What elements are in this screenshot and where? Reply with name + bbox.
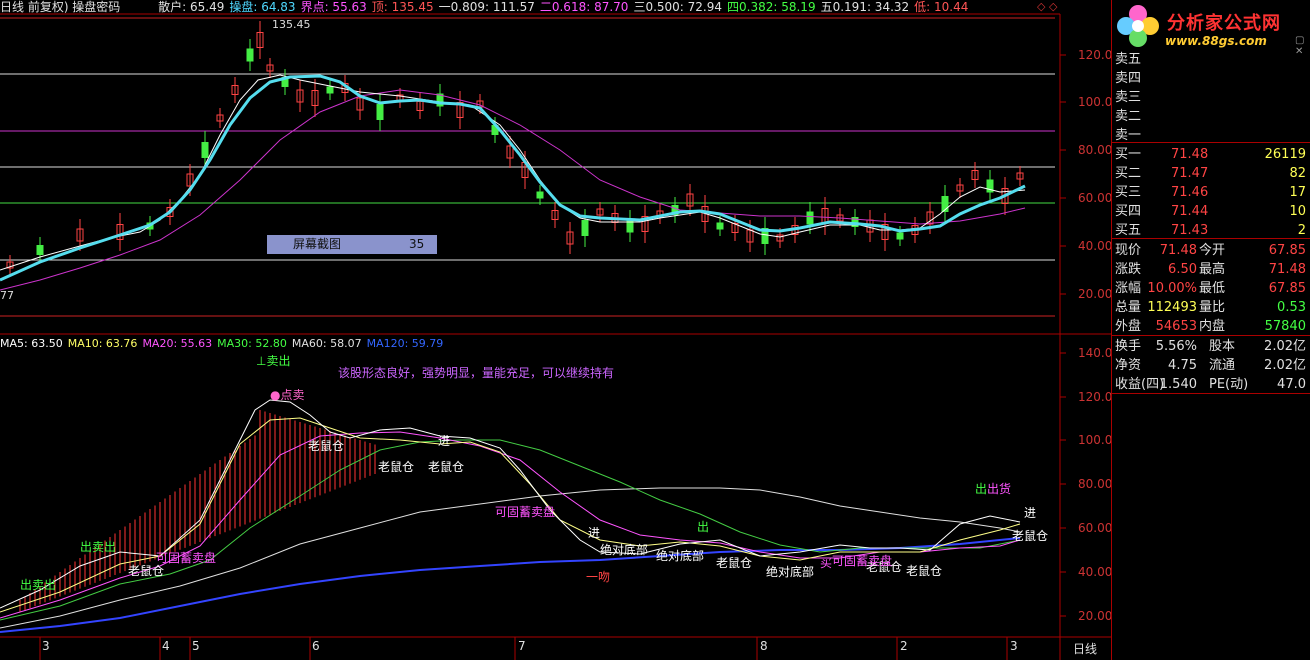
y-tick-label: 40.00 [1078,565,1111,579]
point-sell-label: ●点卖 [270,388,305,402]
flower-icon [1116,4,1160,48]
y-tick-label: 80.00 [1078,143,1111,157]
candle-body [36,245,44,255]
comment-text: 该股形态良好，强势明显，量能充足，可以继续持有 [338,366,615,380]
month-label: 3 [42,639,50,653]
candle-body [246,48,254,62]
stat-row: 涨跌 6.50 最高 71.48 [1115,262,1306,277]
quote-panel: 分析家公式网 www.88gs.com ▢ ✕ 卖五 卖四 卖三 卖二 卖一 买一 71.… [1111,0,1310,660]
month-label: 6 [312,639,320,653]
jin-label-3: 进 [1024,506,1037,520]
quote-row: 卖五 [1115,52,1142,67]
quote-row: 卖二 [1115,109,1142,124]
candle-body [326,86,334,94]
y-tick-label: 80.00 [1078,477,1111,491]
quote-row: 卖四 [1115,71,1142,86]
kiss-label: 一吻 [586,570,611,584]
ma30-line [0,439,1021,621]
buy-row: 买四 71.44 10 [1115,204,1306,219]
y-tick-label: 120.00 [1078,48,1111,62]
double-kill-label-2: 可固蓄卖盘 [495,505,556,519]
ma-legend-item: MA60: 58.07 [291,337,362,350]
candle-body [581,220,589,236]
stat-row: 收益(四) 1.540 PE(动) 47.0 [1115,377,1306,392]
jin-label-1: 进 [438,434,451,448]
candle-body [376,104,384,120]
period-label[interactable]: 日线 [1073,640,1097,657]
tooltip-label: 屏幕截图 [293,237,342,251]
y-tick-label: 20.00 [1078,609,1111,623]
stat-row: 换手 5.56% 股本 2.02亿 [1115,339,1306,354]
month-label: 2 [900,639,908,653]
out-goods-label: 出出货 [975,482,1012,496]
month-labels: 3 4 5 6 7 8 2 3 [0,638,1060,658]
y-tick-label: 40.00 [1078,239,1111,253]
month-label: 4 [162,639,170,653]
y-tick-label: 120.00 [1078,390,1111,404]
high-price-label: 135.45 [272,18,311,31]
ma-legend-item: MA120: 59.79 [366,337,444,350]
month-label: 7 [518,639,526,653]
ma-legend-item: MA10: 63.76 [67,337,138,350]
candle-body [806,211,814,225]
bottom-label-3: 绝对底部 [766,565,815,579]
y-tick-label: 60.00 [1078,191,1111,205]
stat-row: 外盘 54653 内盘 57840 [1115,319,1306,334]
candle-body [716,222,724,230]
out-sell-label-1: 出卖出 [20,578,57,592]
white-line [0,74,1026,271]
upper-y-axis: 120.00 100.00 80.00 60.00 40.00 20.00 [1060,48,1111,301]
jin-label-2: 进 [588,526,601,540]
cang-label-7: 老鼠仓 [906,564,943,578]
candle-body [201,142,209,158]
buy-row: 买二 71.47 82 [1115,166,1306,181]
double-kill-label-3: 可固蓄卖盘 [832,554,893,568]
ma20-line [0,431,1021,619]
stat-row: 总量 112493 量比 0.53 [1115,300,1306,315]
brand-site: www.88gs.com [1165,34,1267,48]
buy-label: 买 [820,556,833,570]
bottom-label-1: 绝对底部 [600,543,649,557]
y-tick-label: 100.00 [1078,433,1111,447]
cyan-line [0,74,1026,282]
candle-body [896,232,904,240]
stat-row: 涨幅 10.00% 最低 67.85 [1115,281,1306,296]
month-label: 3 [1010,639,1018,653]
double-kill-label-1: 可固蓄卖盘 [156,551,217,565]
stat-row: 净资 4.75 流通 2.02亿 [1115,358,1306,373]
lower-y-axis: 140.00 120.00 100.00 80.00 60.00 40.00 20.00 [1060,346,1111,623]
stat-row: 现价 71.48 今开 67.85 [1115,243,1306,258]
month-label: 8 [760,639,768,653]
ma-legend-item: MA30: 52.80 [217,337,287,350]
y-tick-label: 60.00 [1078,521,1111,535]
low-price-label: 77 [0,289,14,302]
brand-logo: 分析家公式网 www.88gs.com ▢ ✕ [1111,0,1310,57]
quote-row: 卖三 [1115,90,1142,105]
tooltip-value: 35 [409,237,425,251]
cang-label-8: 老鼠仓 [1012,529,1049,543]
ma-legend-item: MA5: 63.50 [0,337,63,350]
ma-legend: MA5: 63.50 MA10: 63.76 MA20: 55.63 MA30: 52… [0,337,448,350]
y-tick-label: 100.00 [1078,95,1111,109]
y-tick-label: 20.00 [1078,287,1111,301]
month-label: 5 [192,639,200,653]
candle-body [536,191,544,199]
bottom-label-2: 绝对底部 [656,549,705,563]
out-sell-label-2: 出卖出 [80,540,117,554]
cang-label-2: 老鼠仓 [308,439,345,453]
out-label: 出 [697,520,710,534]
y-tick-label: 140.00 [1078,346,1111,360]
brand-name: 分析家公式网 [1167,13,1281,34]
cang-label-3: 老鼠仓 [378,460,415,474]
buy-row: 买一 71.48 26119 [1115,147,1306,162]
cang-label-5: 老鼠仓 [716,556,753,570]
cang-label-4: 老鼠仓 [428,460,465,474]
sell-top-label: ⊥卖出 [256,354,291,368]
screenshot-tooltip[interactable]: 屏幕截图 35 [267,235,437,254]
buy-row: 买三 71.46 17 [1115,185,1306,200]
ma-legend-item: MA20: 55.63 [142,337,213,350]
